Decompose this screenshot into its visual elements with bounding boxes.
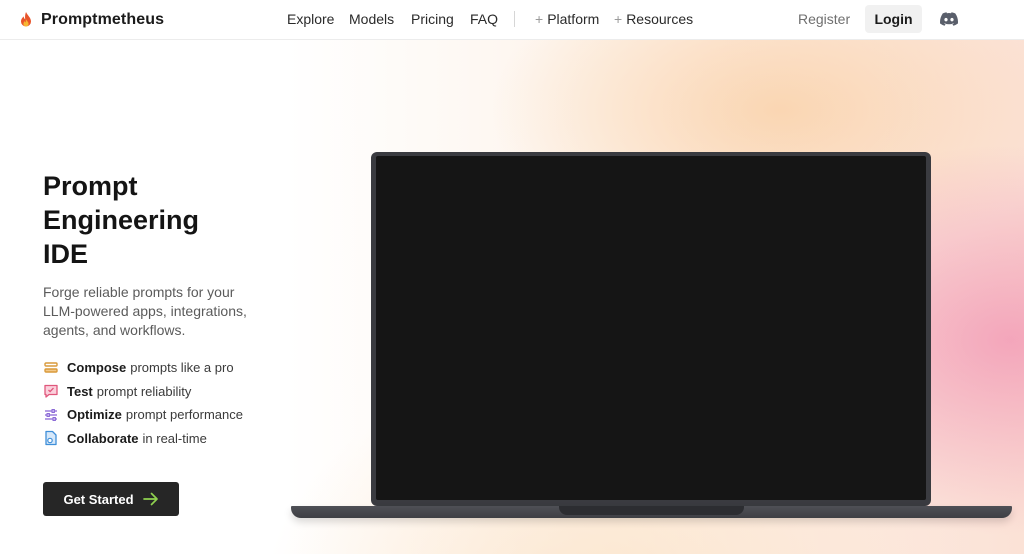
laptop-display	[376, 156, 926, 500]
nav-pricing[interactable]: Pricing	[411, 11, 454, 27]
feature-title: Test	[67, 383, 93, 399]
nav-resources-dropdown[interactable]: + Resources	[614, 11, 693, 27]
feature-text: prompt reliability	[96, 383, 192, 399]
nav-platform-label: Platform	[547, 11, 600, 27]
hero-section: Prompt Engineering IDE Forge reliable pr…	[0, 40, 1024, 554]
nav-resources-label: Resources	[626, 11, 694, 27]
sliders-icon	[45, 408, 57, 421]
plus-icon: +	[535, 11, 544, 27]
plus-icon: +	[614, 11, 623, 27]
arrow-right-icon	[142, 492, 158, 506]
brand-name: Promptmetheus	[41, 11, 165, 28]
chat-test-icon	[44, 385, 58, 398]
laptop-notch	[559, 506, 744, 515]
top-navbar: Promptmetheus Explore Models Pricing FAQ…	[0, 0, 1024, 40]
headline-line: Prompt	[43, 171, 138, 201]
feature-test: Test prompt reliability	[43, 380, 243, 404]
feature-text: in real-time	[142, 430, 207, 446]
feature-optimize: Optimize prompt performance	[43, 403, 243, 427]
nav-faq[interactable]: FAQ	[470, 11, 498, 27]
get-started-label: Get Started	[63, 491, 134, 507]
hero-headline: Prompt Engineering IDE	[43, 169, 263, 271]
nav-models[interactable]: Models	[349, 11, 394, 27]
brand-logo[interactable]: Promptmetheus	[18, 9, 164, 31]
document-share-icon	[45, 431, 57, 446]
login-button[interactable]: Login	[865, 5, 922, 33]
headline-line: IDE	[43, 239, 89, 269]
laptop-screen	[371, 152, 931, 506]
flame-icon	[21, 12, 31, 27]
stack-icon	[44, 362, 58, 373]
nav-divider	[514, 11, 515, 27]
laptop-base	[291, 506, 1012, 518]
feature-title: Optimize	[67, 407, 122, 423]
feature-collaborate: Collaborate in real-time	[43, 427, 243, 451]
feature-list: Compose prompts like a pro Test prompt r…	[43, 356, 243, 450]
nav-explore[interactable]: Explore	[287, 11, 334, 27]
register-link[interactable]: Register	[798, 11, 850, 27]
feature-title: Collaborate	[67, 430, 139, 446]
feature-text: prompts like a pro	[130, 360, 234, 376]
feature-title: Compose	[67, 360, 127, 376]
nav-platform-dropdown[interactable]: + Platform	[535, 11, 599, 27]
headline-line: Engineering	[43, 205, 200, 235]
get-started-button[interactable]: Get Started	[43, 482, 179, 516]
discord-icon[interactable]	[940, 12, 958, 26]
feature-text: prompt performance	[125, 407, 243, 423]
feature-compose: Compose prompts like a pro	[43, 356, 243, 380]
hero-subtitle: Forge reliable prompts for your LLM-powe…	[43, 284, 247, 338]
